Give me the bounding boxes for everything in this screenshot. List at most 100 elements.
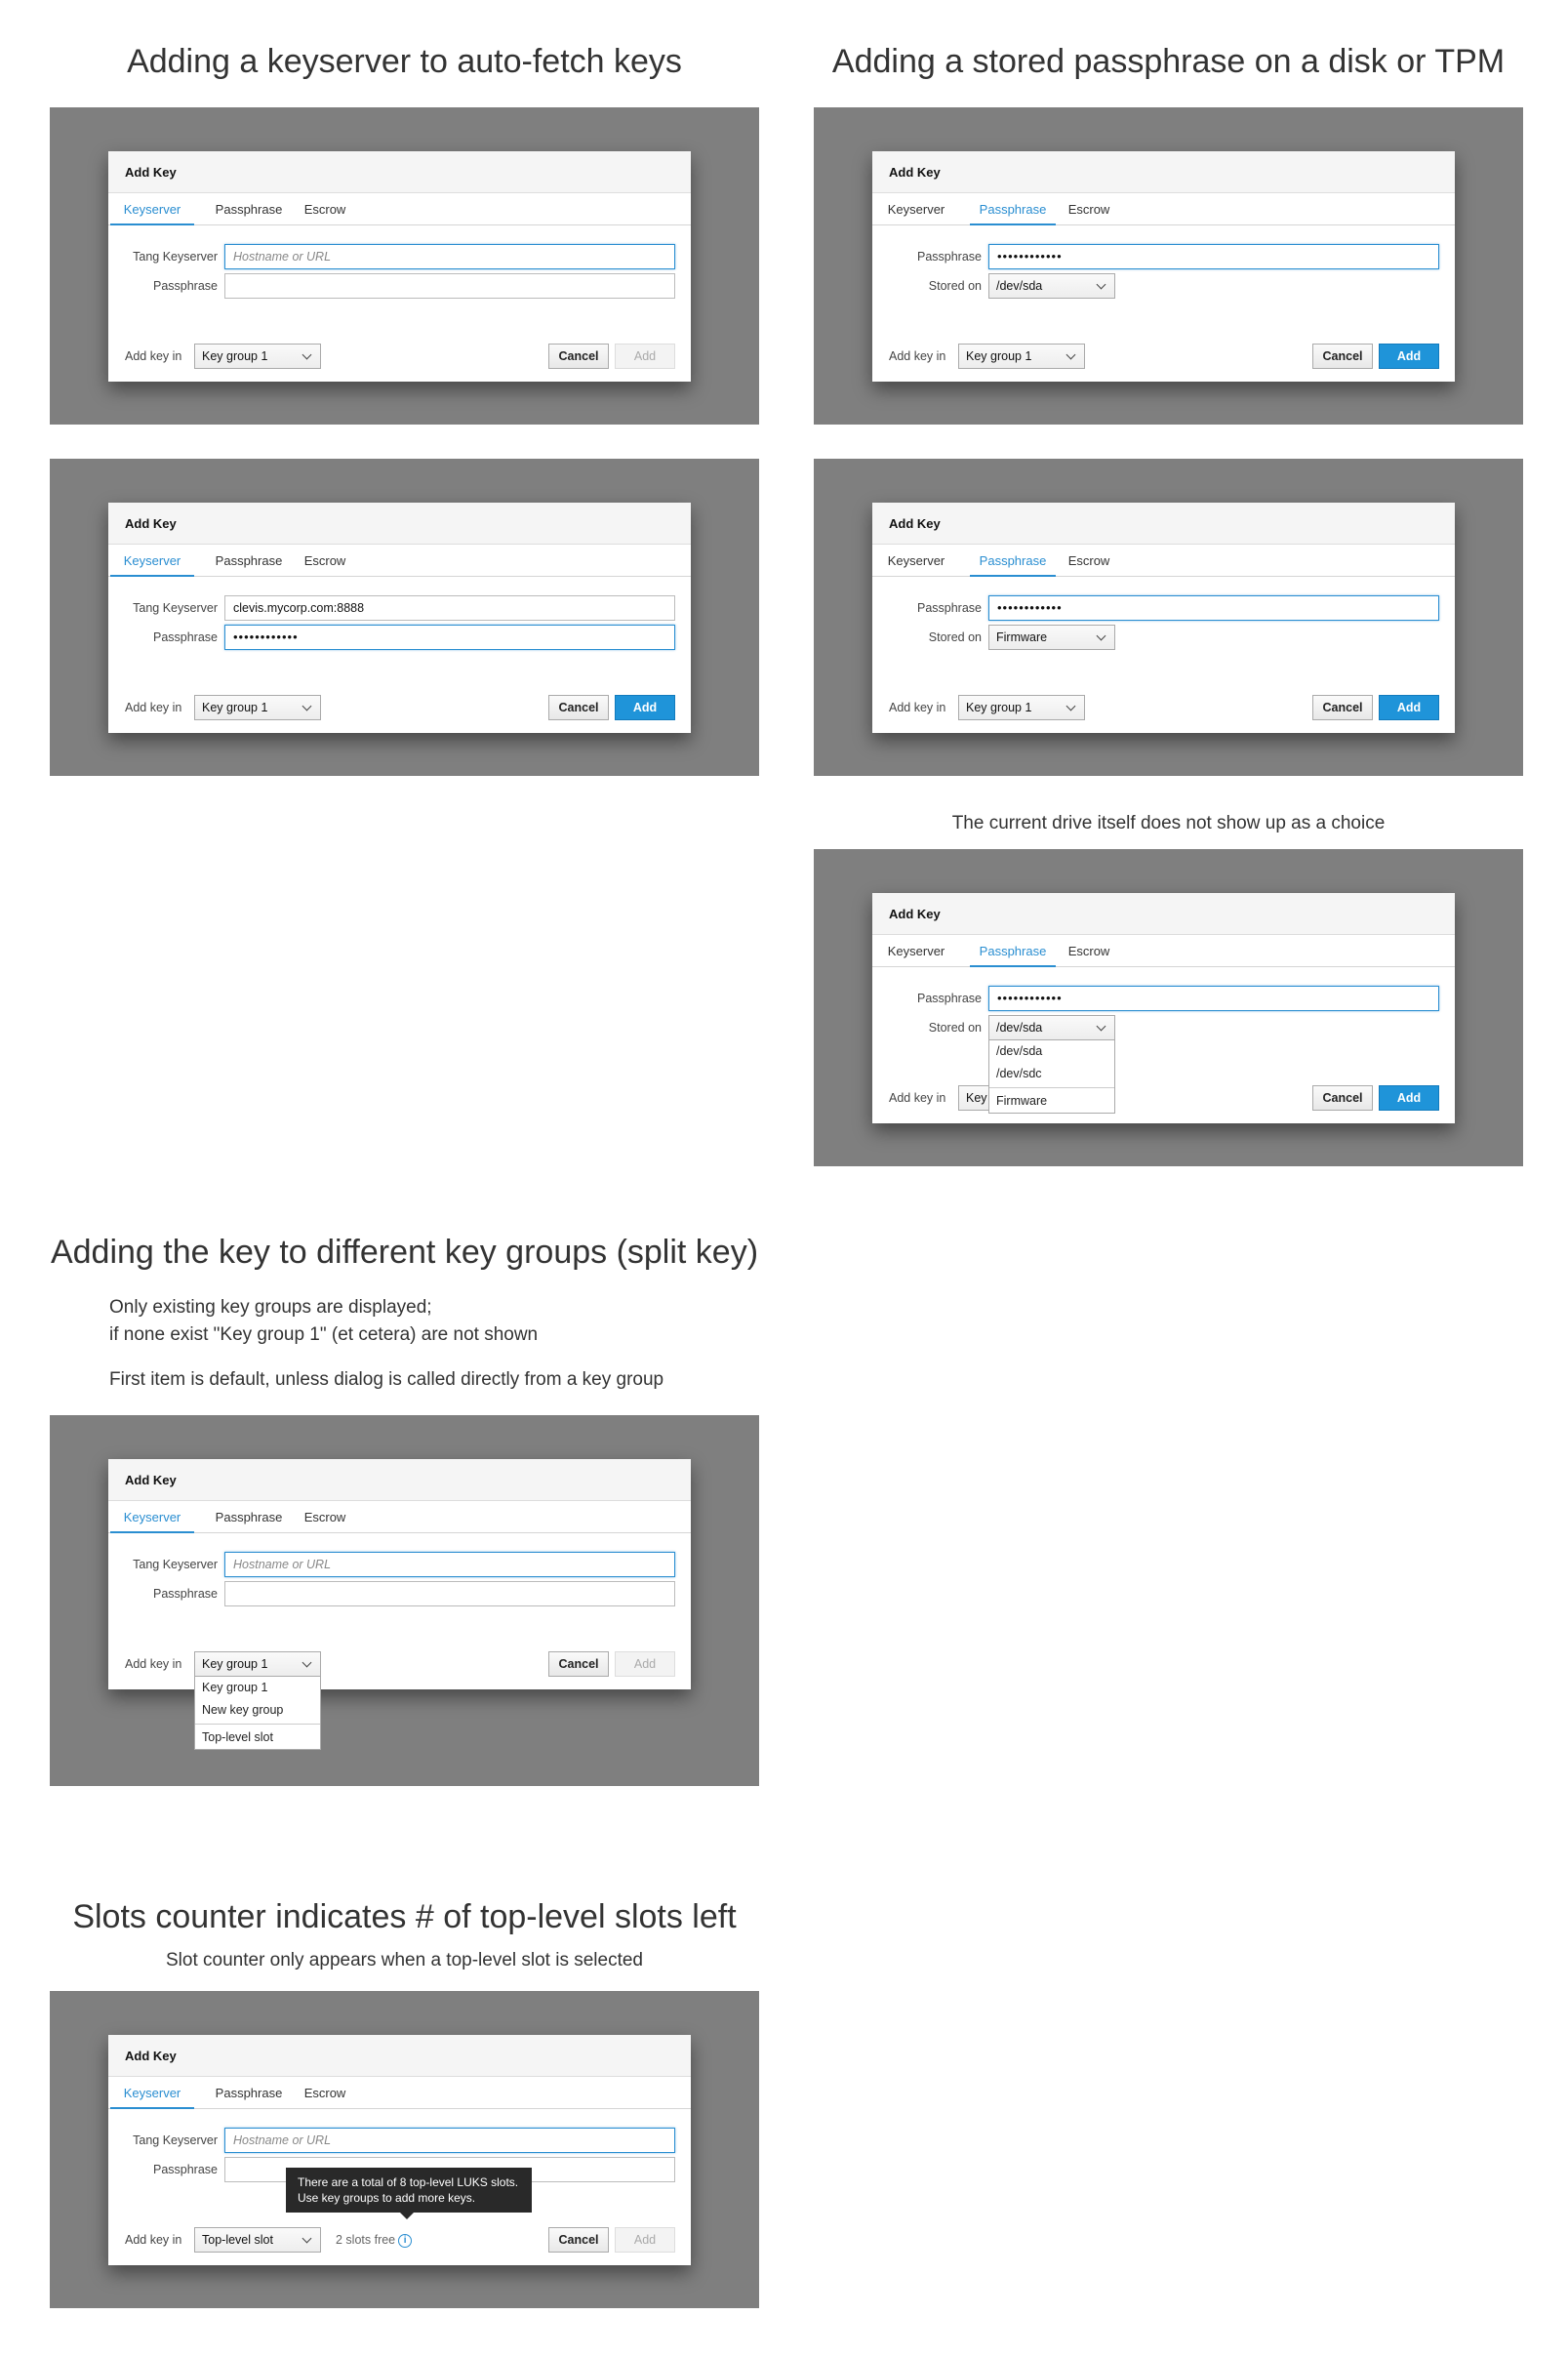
stored-on-select[interactable]: /dev/sda (988, 273, 1115, 299)
info-icon[interactable]: i (398, 2233, 413, 2248)
cancel-button[interactable]: Cancel (548, 344, 609, 369)
tab-escrow[interactable]: Escrow (1060, 545, 1118, 577)
stored-on-value: /dev/sda (996, 1021, 1043, 1035)
tab-keyserver[interactable]: Keyserver (110, 545, 194, 577)
passphrase-label: Passphrase (152, 279, 218, 293)
add-button[interactable]: Add (615, 2227, 675, 2253)
passphrase-label: Passphrase (152, 1587, 218, 1601)
add-button[interactable]: Add (1379, 1085, 1439, 1111)
stored-on-option[interactable]: /dev/sdc (989, 1063, 1114, 1085)
tab-escrow[interactable]: Escrow (296, 1501, 354, 1533)
tang-keyserver-label: Tang Keyserver (133, 250, 218, 264)
tang-keyserver-input[interactable]: Hostname or URL (224, 1552, 675, 1577)
key-group-select[interactable]: Key group 1 (958, 695, 1085, 720)
passphrase-label: Passphrase (152, 2163, 218, 2176)
passphrase-input[interactable]: •••••••••••• (988, 595, 1439, 621)
add-button[interactable]: Add (1379, 695, 1439, 720)
stored-on-row: Stored on /dev/sda (872, 1015, 1455, 1040)
chevron-down-icon (1095, 1016, 1108, 1039)
tab-bar: Keyserver Passphrase Escrow (108, 2077, 691, 2109)
add-button[interactable]: Add (615, 695, 675, 720)
passphrase-row: Passphrase (108, 1581, 691, 1606)
tang-keyserver-label: Tang Keyserver (133, 1558, 218, 1571)
note-groups-line2: if none exist "Key group 1" (et cetera) … (109, 1324, 539, 1345)
cancel-button[interactable]: Cancel (1312, 1085, 1373, 1111)
key-group-select[interactable]: Key group 1 (194, 344, 321, 369)
cancel-button[interactable]: Cancel (548, 2227, 609, 2253)
add-button[interactable]: Add (615, 1651, 675, 1677)
tab-keyserver[interactable]: Keyserver (110, 193, 194, 225)
passphrase-input[interactable]: •••••••••••• (988, 986, 1439, 1011)
key-group-select[interactable]: Key group 1 (194, 1651, 321, 1677)
dropdown-divider (989, 1087, 1114, 1088)
tab-escrow[interactable]: Escrow (296, 545, 354, 577)
note-groups-line3: First item is default, unless dialog is … (109, 1369, 664, 1390)
tab-keyserver[interactable]: Keyserver (110, 2077, 194, 2109)
key-group-dropdown: Key group 1 New key group Top-level slot (194, 1676, 321, 1750)
key-group-select[interactable]: Key group 1 (194, 695, 321, 720)
chevron-down-icon (301, 1652, 314, 1676)
tab-passphrase[interactable]: Passphrase (206, 2077, 292, 2109)
slots-free-text: 2 slots free (336, 2233, 396, 2247)
passphrase-row: Passphrase •••••••••••• (108, 625, 691, 650)
tab-passphrase[interactable]: Passphrase (970, 545, 1056, 577)
tab-bar: Keyserver Passphrase Escrow (872, 545, 1455, 577)
tab-escrow[interactable]: Escrow (296, 193, 354, 225)
dropdown-divider (195, 1724, 320, 1725)
cancel-button[interactable]: Cancel (1312, 695, 1373, 720)
tang-keyserver-input[interactable]: Hostname or URL (224, 244, 675, 269)
stored-on-option[interactable]: Firmware (989, 1090, 1114, 1113)
add-button[interactable]: Add (1379, 344, 1439, 369)
tab-passphrase[interactable]: Passphrase (970, 935, 1056, 967)
chevron-down-icon (301, 2228, 314, 2252)
stored-on-option[interactable]: /dev/sda (989, 1040, 1114, 1063)
tang-keyserver-input[interactable]: Hostname or URL (224, 2128, 675, 2153)
key-group-option[interactable]: Key group 1 (195, 1677, 320, 1699)
passphrase-input[interactable] (224, 1581, 675, 1606)
tab-keyserver[interactable]: Keyserver (874, 545, 958, 577)
passphrase-input[interactable]: •••••••••••• (988, 244, 1439, 269)
tang-keyserver-input[interactable]: clevis.mycorp.com:8888 (224, 595, 675, 621)
chevron-down-icon (301, 345, 314, 368)
key-group-option[interactable]: Top-level slot (195, 1726, 320, 1749)
add-key-dialog: Add Key Keyserver Passphrase Escrow Pass… (872, 151, 1455, 382)
tab-keyserver[interactable]: Keyserver (110, 1501, 194, 1533)
chevron-down-icon (301, 696, 314, 719)
key-group-value: Top-level slot (202, 2233, 273, 2247)
tab-escrow[interactable]: Escrow (296, 2077, 354, 2109)
tab-passphrase[interactable]: Passphrase (970, 193, 1056, 225)
stored-on-row: Stored on Firmware (872, 625, 1455, 650)
tab-passphrase[interactable]: Passphrase (206, 1501, 292, 1533)
passphrase-input[interactable]: •••••••••••• (224, 625, 675, 650)
chevron-down-icon (1065, 345, 1078, 368)
slots-tooltip: There are a total of 8 top-level LUKS sl… (286, 2168, 532, 2219)
tang-keyserver-label: Tang Keyserver (133, 601, 218, 615)
tang-keyserver-row: Tang Keyserver Hostname or URL (108, 244, 691, 269)
stored-on-select[interactable]: /dev/sda (988, 1015, 1115, 1040)
tab-passphrase[interactable]: Passphrase (206, 193, 292, 225)
tab-passphrase[interactable]: Passphrase (206, 545, 292, 577)
passphrase-input[interactable] (224, 273, 675, 299)
tab-escrow[interactable]: Escrow (1060, 935, 1118, 967)
add-key-dialog: Add Key Keyserver Passphrase Escrow Tang… (108, 151, 691, 382)
add-button[interactable]: Add (615, 344, 675, 369)
stored-on-select[interactable]: Firmware (988, 625, 1115, 650)
panel-keyserver-empty: Add Key Keyserver Passphrase Escrow Tang… (50, 107, 759, 425)
key-group-select[interactable]: Key group 1 (958, 344, 1085, 369)
cancel-button[interactable]: Cancel (548, 695, 609, 720)
tab-keyserver[interactable]: Keyserver (874, 193, 958, 225)
cancel-button[interactable]: Cancel (548, 1651, 609, 1677)
stored-on-value: /dev/sda (996, 279, 1043, 293)
tab-keyserver[interactable]: Keyserver (874, 935, 958, 967)
passphrase-row: Passphrase •••••••••••• (872, 595, 1455, 621)
tab-bar: Keyserver Passphrase Escrow (872, 193, 1455, 225)
key-group-value: Key group 1 (966, 349, 1032, 363)
tab-escrow[interactable]: Escrow (1060, 193, 1118, 225)
key-group-select[interactable]: Top-level slot (194, 2227, 321, 2253)
passphrase-row: Passphrase •••••••••••• (872, 986, 1455, 1011)
add-key-in-label: Add key in (125, 1657, 182, 1671)
note-current-drive: The current drive itself does not show u… (951, 813, 1386, 833)
cancel-button[interactable]: Cancel (1312, 344, 1373, 369)
key-group-option[interactable]: New key group (195, 1699, 320, 1722)
heading-keyserver: Adding a keyserver to auto-fetch keys (127, 43, 682, 80)
